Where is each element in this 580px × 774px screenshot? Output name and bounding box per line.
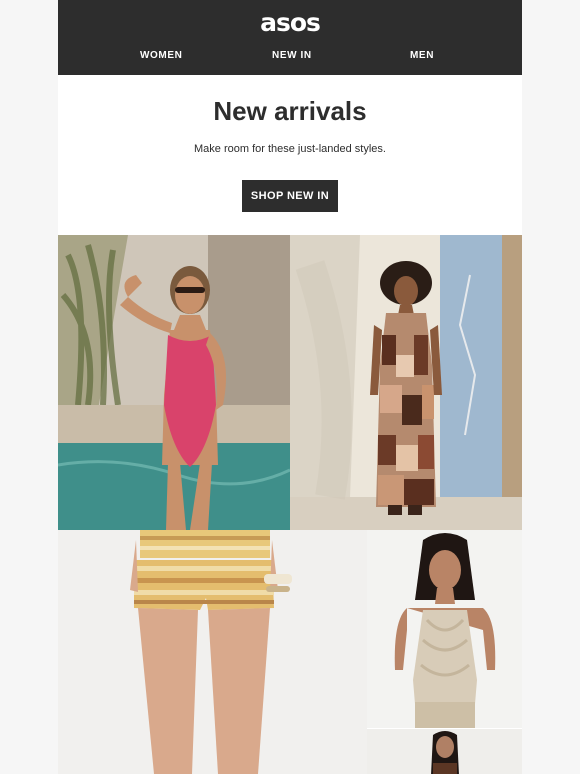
hero-subtitle: Make room for these just-landed styles. <box>194 143 386 155</box>
nav-new-in[interactable]: NEW IN <box>272 50 312 61</box>
shop-new-in-button[interactable]: SHOP NEW IN <box>242 180 338 212</box>
nav-bar: WOMEN NEW IN MEN <box>58 50 522 64</box>
nav-women[interactable]: WOMEN <box>140 50 182 61</box>
product-image-grid <box>58 235 522 774</box>
hero-title: New arrivals <box>213 96 367 126</box>
brown-outfit-photo[interactable] <box>367 728 522 774</box>
hero-section: New arrivals Make room for these just-la… <box>58 75 522 235</box>
crochet-halter-top-photo[interactable] <box>367 530 522 728</box>
pink-swimsuit-photo[interactable] <box>58 235 290 530</box>
email-container: asos WOMEN NEW IN MEN New arrivals Make … <box>58 0 522 774</box>
header: asos WOMEN NEW IN MEN <box>58 0 522 75</box>
patchwork-maxi-dress-photo[interactable] <box>290 235 522 530</box>
striped-shorts-photo[interactable] <box>58 530 367 774</box>
asos-logo[interactable]: asos <box>58 8 522 37</box>
nav-men[interactable]: MEN <box>410 50 434 61</box>
